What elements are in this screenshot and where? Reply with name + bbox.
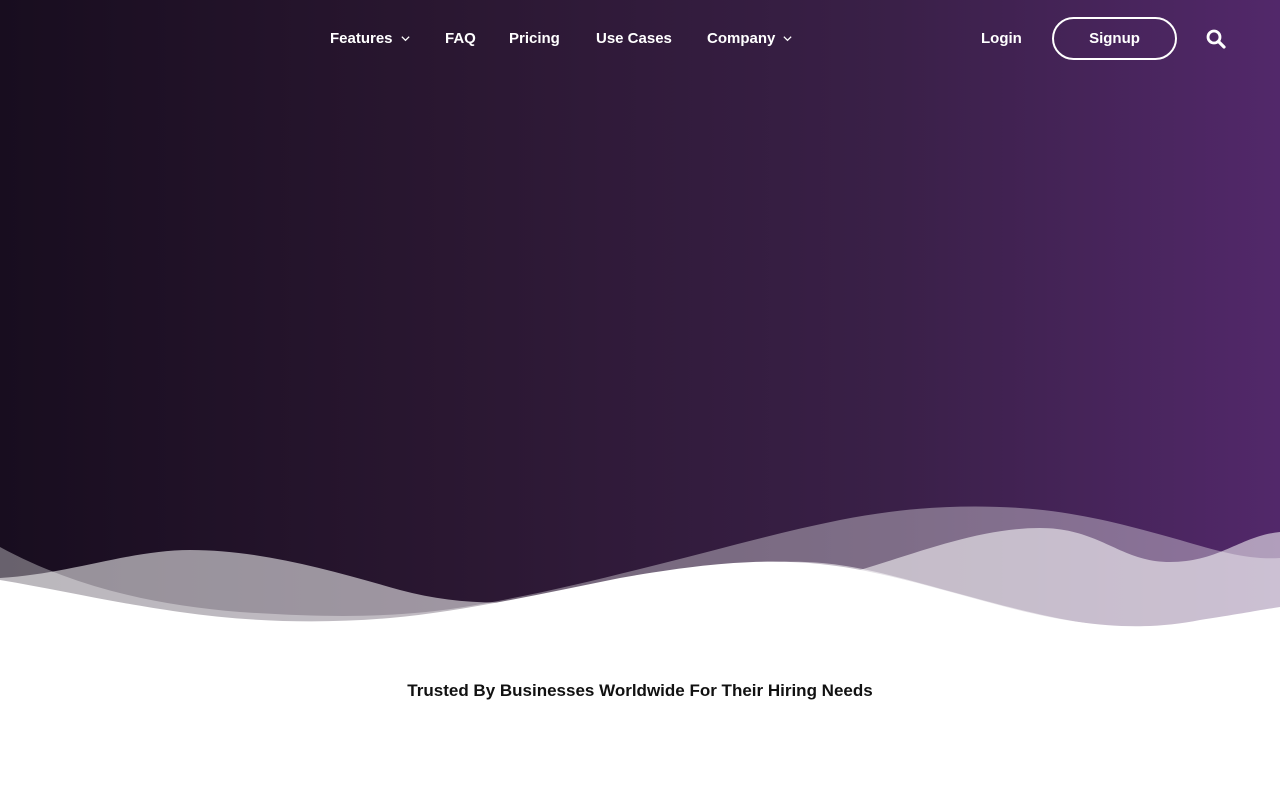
- login-link[interactable]: Login: [981, 28, 1022, 50]
- trusted-by-heading: Trusted By Businesses Worldwide For Thei…: [407, 681, 873, 700]
- nav-item-pricing[interactable]: Pricing: [509, 28, 560, 50]
- chevron-down-icon: [783, 36, 792, 42]
- nav-item-label: Company: [707, 30, 776, 47]
- nav-item-features[interactable]: Features: [330, 28, 411, 50]
- nav-item-label: Use Cases: [596, 30, 672, 47]
- nav-item-use-cases[interactable]: Use Cases: [596, 28, 672, 50]
- nav-item-faq[interactable]: FAQ: [445, 28, 476, 50]
- nav-item-label: Features: [330, 30, 393, 47]
- search-icon: [1206, 29, 1226, 49]
- main-navigation: Features FAQ Pricing Use Cases Company L…: [0, 0, 1280, 78]
- nav-item-label: FAQ: [445, 30, 476, 47]
- hero-section: Features FAQ Pricing Use Cases Company L…: [0, 0, 1280, 640]
- signup-button[interactable]: Signup: [1052, 17, 1177, 60]
- search-button[interactable]: [1204, 27, 1228, 51]
- nav-item-company[interactable]: Company: [707, 28, 793, 50]
- nav-item-label: Pricing: [509, 30, 560, 47]
- chevron-down-icon: [400, 36, 410, 42]
- hero-wave-divider: [0, 506, 1280, 640]
